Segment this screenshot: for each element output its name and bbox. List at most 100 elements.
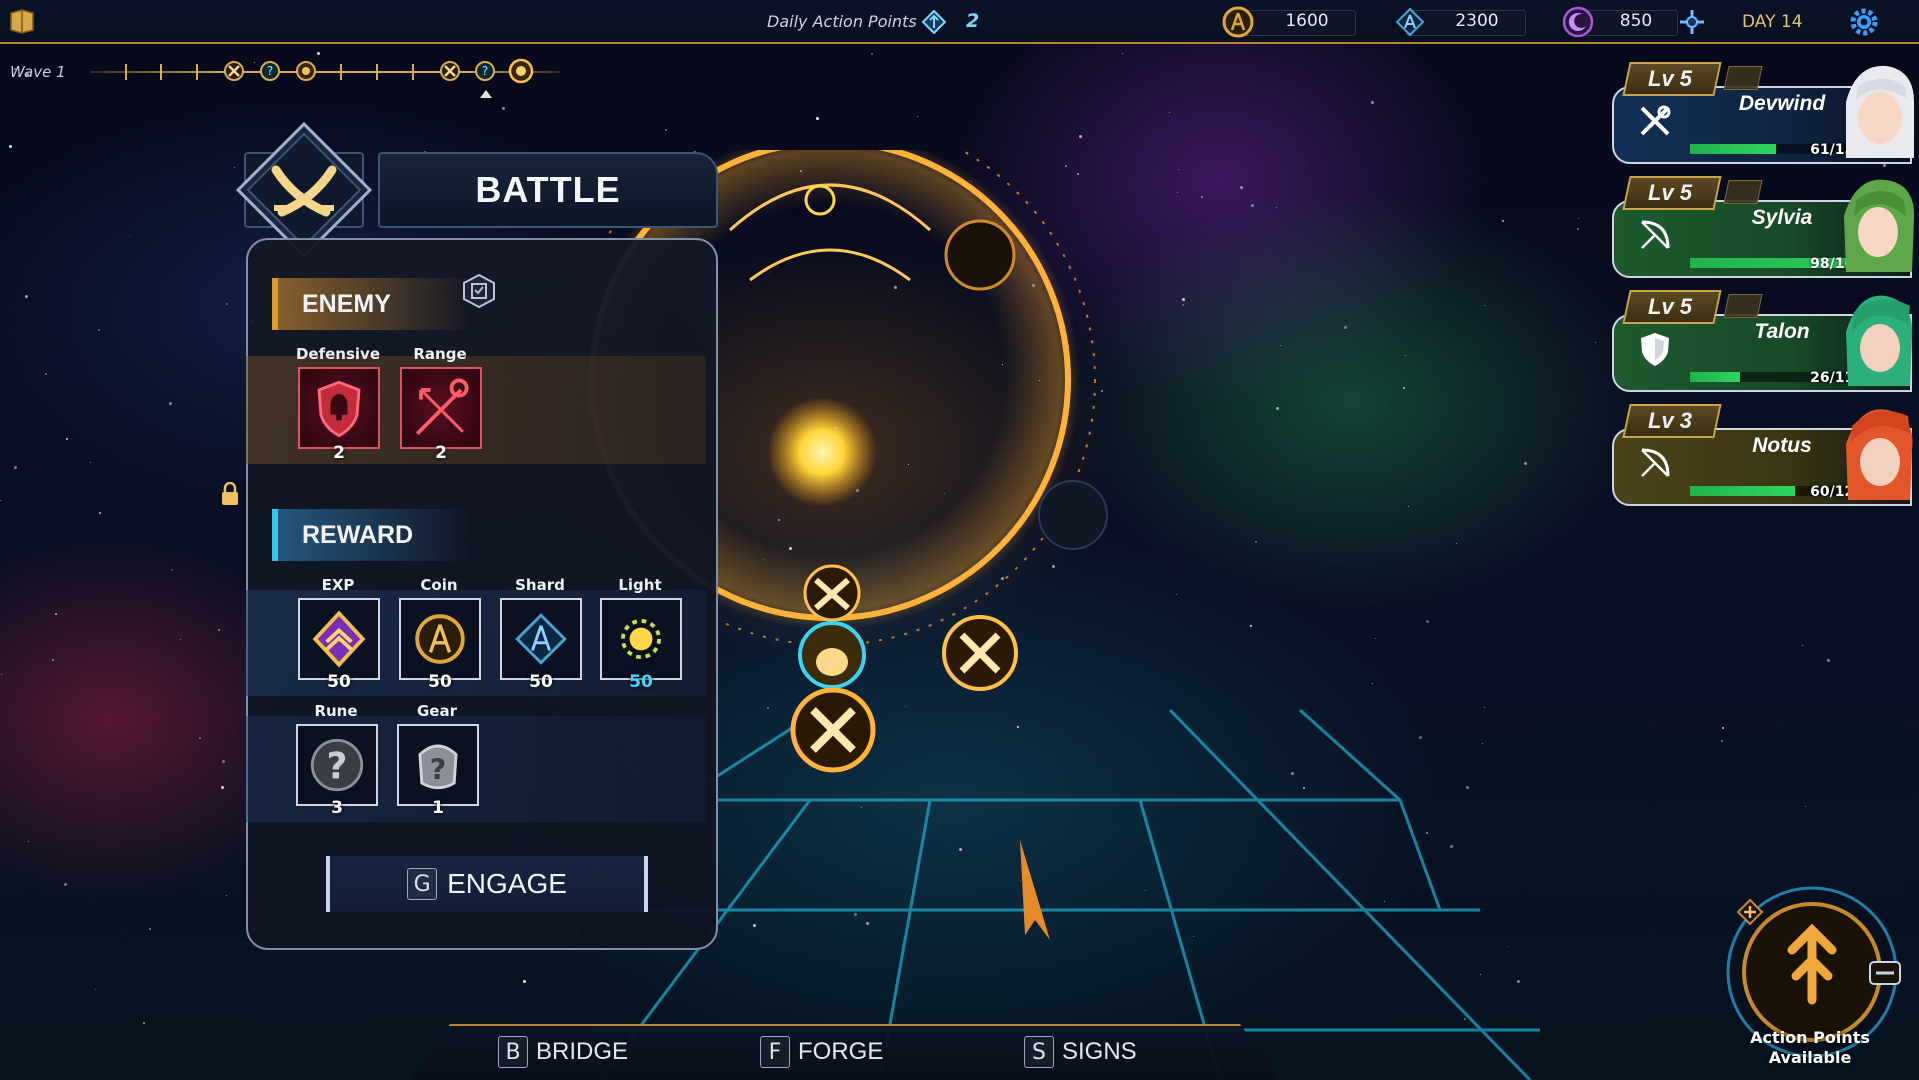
action-point-diamond-icon (922, 10, 946, 34)
star (25, 295, 28, 298)
reward-light[interactable] (600, 598, 682, 680)
nav-label: BRIDGE (536, 1038, 629, 1065)
wave-battle-node-icon[interactable] (439, 60, 461, 82)
reward-bag-node-icon (798, 621, 866, 689)
current-battle-node-icon (790, 687, 876, 773)
wave-boss-node-icon[interactable] (508, 58, 534, 84)
question-rune-icon: ? (310, 738, 364, 792)
wave-tick (340, 64, 342, 80)
wave-tick (160, 64, 162, 80)
wave-elite-node-icon[interactable] (295, 60, 317, 82)
wave-battle-node-icon[interactable] (223, 60, 245, 82)
star (28, 841, 29, 842)
star (254, 62, 255, 63)
star (1722, 727, 1724, 729)
reward-shard[interactable] (500, 598, 582, 680)
enemy-trait-label: Defensive (295, 345, 381, 363)
hero-name: Devwind (1738, 92, 1826, 115)
nav-bridge-button[interactable]: B BRIDGE (498, 1036, 628, 1068)
star (90, 462, 91, 463)
star (222, 760, 225, 763)
shield-icon (317, 380, 361, 438)
reward-exp[interactable] (298, 598, 380, 680)
star (98, 329, 100, 331)
wave-current-marker (480, 90, 492, 98)
star (1, 674, 2, 675)
nav-hotkey: F (760, 1036, 790, 1068)
reward-coin[interactable] (399, 598, 481, 680)
coin-icon (1222, 6, 1254, 38)
reward-value: 1 (432, 798, 444, 818)
hero-level: Lv 5 (1648, 294, 1693, 319)
star (129, 236, 130, 237)
star (55, 613, 57, 615)
exp-diamond-icon (312, 610, 366, 668)
codex-book-icon[interactable] (8, 7, 36, 35)
reward-rune[interactable]: ? (296, 724, 378, 806)
bow-icon (1641, 220, 1670, 249)
svg-text:?: ? (430, 753, 447, 786)
star (14, 466, 17, 469)
star (149, 928, 151, 930)
star (917, 116, 918, 117)
star (143, 1022, 145, 1024)
hero-name: Talon (1754, 320, 1810, 343)
reward-section-heading: REWARD (272, 509, 472, 561)
wave-tick (196, 64, 198, 80)
shard-value: 2300 (1455, 11, 1499, 31)
coin-icon (415, 614, 465, 664)
star (226, 303, 228, 305)
nav-signs-button[interactable]: S SIGNS (1024, 1036, 1137, 1068)
star (1805, 806, 1806, 807)
wave-unknown-node-icon[interactable]: ? (259, 60, 281, 82)
enemy-trait-count: 2 (333, 443, 345, 463)
nav-hotkey: B (498, 1036, 528, 1068)
star (0, 500, 1, 501)
enemy-trait-count: 2 (435, 443, 447, 463)
swords-icon (1640, 105, 1671, 136)
star (1827, 659, 1830, 662)
enemy-codex-icon[interactable] (460, 272, 498, 310)
reward-label: Shard (515, 576, 565, 594)
nav-label: FORGE (798, 1038, 884, 1065)
moon-value: 850 (1619, 11, 1653, 31)
wave-unknown-node-icon[interactable]: ? (474, 60, 496, 82)
shard-icon (1395, 7, 1425, 37)
star (180, 639, 181, 640)
shard-icon (515, 613, 567, 665)
hero-portrait-talon (1846, 295, 1913, 386)
reward-value: 3 (331, 798, 343, 818)
enemy-trait-defensive[interactable] (298, 367, 380, 449)
party-member-talon[interactable]: Lv 5 Talon 26/110 (1608, 290, 1919, 394)
engage-hotkey: G (407, 868, 438, 900)
enemy-trait-range[interactable] (400, 367, 482, 449)
sun-icon (621, 619, 661, 659)
star (45, 373, 47, 375)
party-member-sylvia[interactable]: Lv 5 Sylvia 98/100 (1608, 176, 1919, 280)
reward-gear[interactable]: ? (397, 724, 479, 806)
party-member-notus[interactable]: Lv 3 Notus 60/120 (1608, 404, 1919, 508)
hero-level: Lv 5 (1648, 180, 1693, 205)
star (502, 107, 505, 110)
star (665, 129, 667, 131)
reward-label: EXP (321, 576, 355, 594)
nav-forge-button[interactable]: F FORGE (760, 1036, 883, 1068)
reward-value: 50 (327, 672, 351, 692)
svg-text:?: ? (267, 64, 273, 78)
moon-icon (1562, 6, 1594, 38)
star (1595, 342, 1596, 343)
hero-portrait-notus (1846, 409, 1913, 500)
hero-portrait-sylvia (1844, 179, 1915, 272)
star (52, 659, 54, 661)
level-up-arrow (1723, 180, 1763, 204)
star (523, 980, 526, 983)
party-member-devwind[interactable]: Lv 5 Devwind 61/150 (1608, 62, 1919, 166)
settings-gear-icon[interactable] (1848, 6, 1880, 38)
add-currency-plus-icon[interactable] (1678, 8, 1706, 36)
star (171, 569, 173, 571)
star (95, 989, 96, 990)
hero-level: Lv 5 (1648, 66, 1693, 91)
star (226, 895, 227, 896)
ship-icon (1020, 840, 1050, 940)
engage-button[interactable]: G ENGAGE (326, 856, 648, 912)
